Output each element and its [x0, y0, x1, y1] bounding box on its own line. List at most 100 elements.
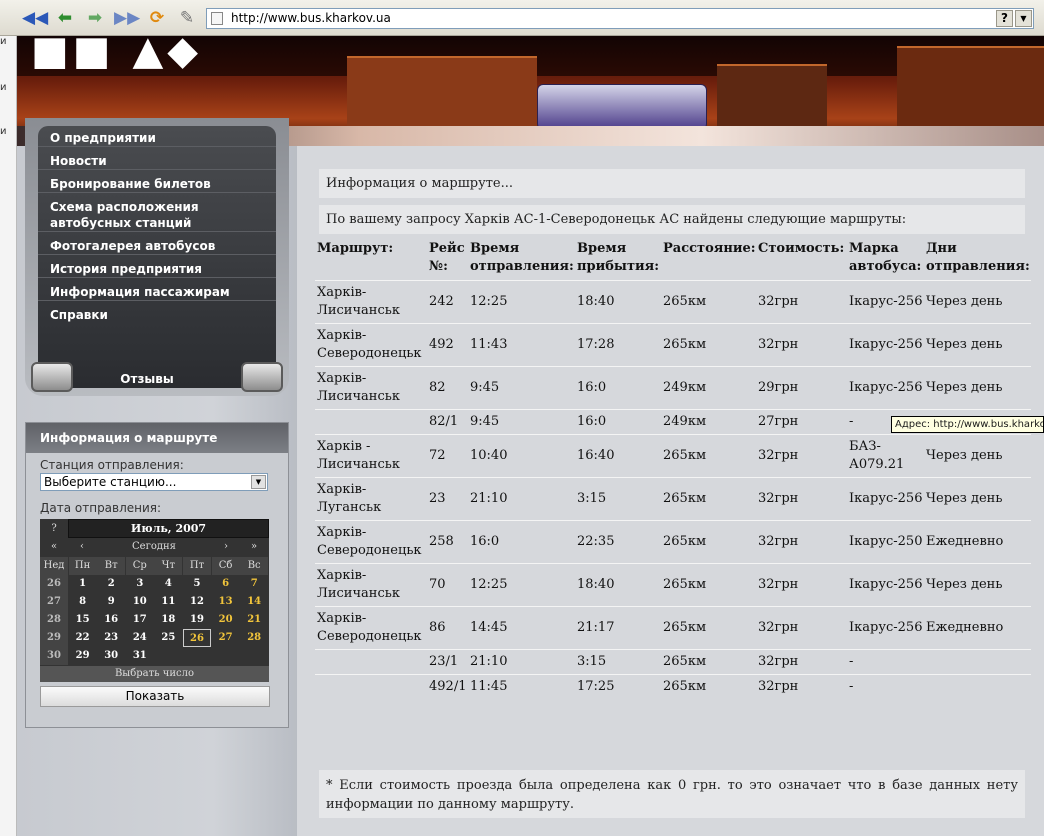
cell-col-departure: 14:45	[468, 606, 575, 650]
calendar-help-icon[interactable]: ?	[40, 519, 68, 538]
calendar-day[interactable]: 11	[154, 593, 182, 611]
calendar-day[interactable]: 17	[126, 611, 154, 629]
calendar-day[interactable]: 22	[69, 629, 97, 647]
menu-item-history[interactable]: История предприятия	[38, 261, 276, 278]
menu-item-about[interactable]: О предприятии	[38, 130, 276, 147]
cell-col-route	[315, 649, 427, 675]
cell-col-distance: 265км	[661, 563, 756, 607]
calendar-day[interactable]: 14	[240, 593, 268, 611]
menu-item-references[interactable]: Справки	[38, 307, 276, 323]
calendar-month: Июль, 2007	[68, 519, 269, 538]
calendar-next-month[interactable]: ›	[212, 538, 240, 556]
page-icon	[211, 12, 223, 25]
calendar-day[interactable]: 31	[126, 647, 154, 665]
help-icon[interactable]: ?	[996, 10, 1013, 27]
cell-col-price: 29грн	[756, 366, 847, 410]
cell-col-trip: 70	[427, 563, 468, 607]
calendar-day[interactable]: 7	[240, 575, 268, 593]
date-label: Дата отправления:	[40, 501, 162, 515]
calendar-dow: Сб	[211, 557, 240, 575]
calendar-week-number: 27	[40, 593, 68, 611]
calendar-day[interactable]: 24	[126, 629, 154, 647]
calendar-day[interactable]: 3	[126, 575, 154, 593]
table-row: Харків-Луганськ 23 21:10 3:15 265км 32грн Ікар…	[315, 477, 1031, 521]
calendar-day[interactable]: 13	[212, 593, 240, 611]
query-result: По вашему запросу Харків АС-1-Северодоне…	[319, 205, 1025, 234]
cell-col-distance: 265км	[661, 323, 756, 367]
calendar-prev-month[interactable]: ‹	[68, 538, 96, 556]
cell-col-trip: 258	[427, 520, 468, 564]
calendar-day[interactable]: 28	[240, 629, 268, 647]
calendar-footer: Выбрать число	[40, 666, 269, 682]
calendar-day[interactable]: 2	[97, 575, 125, 593]
calendar-day[interactable]: 18	[154, 611, 182, 629]
calendar-next-year[interactable]: »	[240, 538, 268, 556]
rewind-icon[interactable]: ◀◀	[22, 7, 48, 29]
calendar-day[interactable]: 9	[97, 593, 125, 611]
calendar-day[interactable]: 29	[69, 647, 97, 665]
calendar-day[interactable]: 30	[97, 647, 125, 665]
cell-col-distance: 249км	[661, 366, 756, 410]
routes-table: Маршрут: Рейс №: Время отправления: Время п…	[315, 240, 1031, 699]
table-row: 492/1 11:45 17:25 265км 32грн -	[315, 674, 1031, 699]
calendar-day[interactable]: 26	[183, 629, 211, 647]
calendar-day[interactable]: 1	[69, 575, 97, 593]
chevron-down-icon[interactable]: ▼	[1015, 10, 1032, 27]
calendar-day[interactable]: 5	[183, 575, 211, 593]
cell-col-route: Харків-Луганськ	[315, 477, 427, 521]
cell-col-bus-model: -	[847, 674, 924, 699]
table-row: Харків-Лисичанськ 70 12:25 18:40 265км 32грн І…	[315, 563, 1031, 607]
cell-col-price: 32грн	[756, 520, 847, 564]
cell-col-arrival: 16:0	[575, 409, 661, 435]
cell-col-arrival: 3:15	[575, 477, 661, 521]
calendar-day[interactable]: 12	[183, 593, 211, 611]
station-select[interactable]: Выберите станцию... ▼	[40, 473, 268, 491]
cell-col-departure: 11:45	[468, 674, 575, 699]
forward-icon[interactable]: ➡	[84, 7, 106, 29]
column-header-col-price: Стоимость:	[758, 241, 845, 256]
calendar-day[interactable]: 21	[240, 611, 268, 629]
chevron-down-icon[interactable]: ▼	[251, 475, 266, 489]
calendar-day[interactable]: 23	[97, 629, 125, 647]
calendar-day[interactable]: 25	[154, 629, 182, 647]
calendar-day[interactable]: 10	[126, 593, 154, 611]
cell-col-bus-model: Ікарус-256	[847, 366, 924, 410]
menu-item-booking[interactable]: Бронирование билетов	[38, 176, 276, 193]
edit-icon[interactable]: ✎	[176, 7, 198, 29]
site-logo[interactable]: ■■ ▲◆	[31, 36, 321, 80]
calendar-day[interactable]: 19	[183, 611, 211, 629]
menu-item-news[interactable]: Новости	[38, 153, 276, 170]
calendar-day[interactable]: 8	[69, 593, 97, 611]
cell-col-price: 32грн	[756, 674, 847, 699]
cell-col-arrival: 16:0	[575, 366, 661, 410]
menu-item-bus-gallery[interactable]: Фотогалерея автобусов	[38, 238, 276, 255]
calendar-today[interactable]: Сегодня	[96, 538, 212, 556]
cell-col-distance: 265км	[661, 434, 756, 478]
menu-item-reviews[interactable]: Отзывы	[97, 372, 197, 386]
calendar-day[interactable]: 15	[69, 611, 97, 629]
table-row: Харків - Лисичанськ 72 10:40 16:40 265км 32гр…	[315, 434, 1031, 478]
cell-col-price: 32грн	[756, 477, 847, 521]
address-bar[interactable]: http://www.bus.kharkov.ua ? ▼	[206, 8, 1034, 29]
cell-col-distance: 265км	[661, 280, 756, 324]
menu-item-station-map[interactable]: Схема расположения автобусных станций	[38, 199, 276, 232]
cell-col-departure: 16:0	[468, 520, 575, 564]
cell-col-days: Через день	[924, 563, 1031, 607]
calendar-day	[154, 647, 182, 665]
cell-col-arrival: 16:40	[575, 434, 661, 478]
edge-letter: и	[0, 82, 7, 93]
calendar-day[interactable]: 27	[212, 629, 240, 647]
menu-item-passenger-info[interactable]: Информация пассажирам	[38, 284, 276, 301]
calendar-prev-year[interactable]: «	[40, 538, 68, 556]
calendar-day[interactable]: 16	[97, 611, 125, 629]
back-icon[interactable]: ⬅	[54, 7, 76, 29]
calendar-day[interactable]: 6	[212, 575, 240, 593]
fast-forward-icon[interactable]: ▶▶	[114, 7, 140, 29]
calendar-day[interactable]: 20	[212, 611, 240, 629]
reload-icon[interactable]: ⟳	[146, 7, 168, 29]
calendar-day[interactable]: 4	[154, 575, 182, 593]
show-button[interactable]: Показать	[40, 686, 270, 707]
cell-col-price: 32грн	[756, 606, 847, 650]
left-window-edge: и и и	[0, 36, 17, 836]
column-header-col-trip: Рейс №:	[429, 241, 465, 274]
